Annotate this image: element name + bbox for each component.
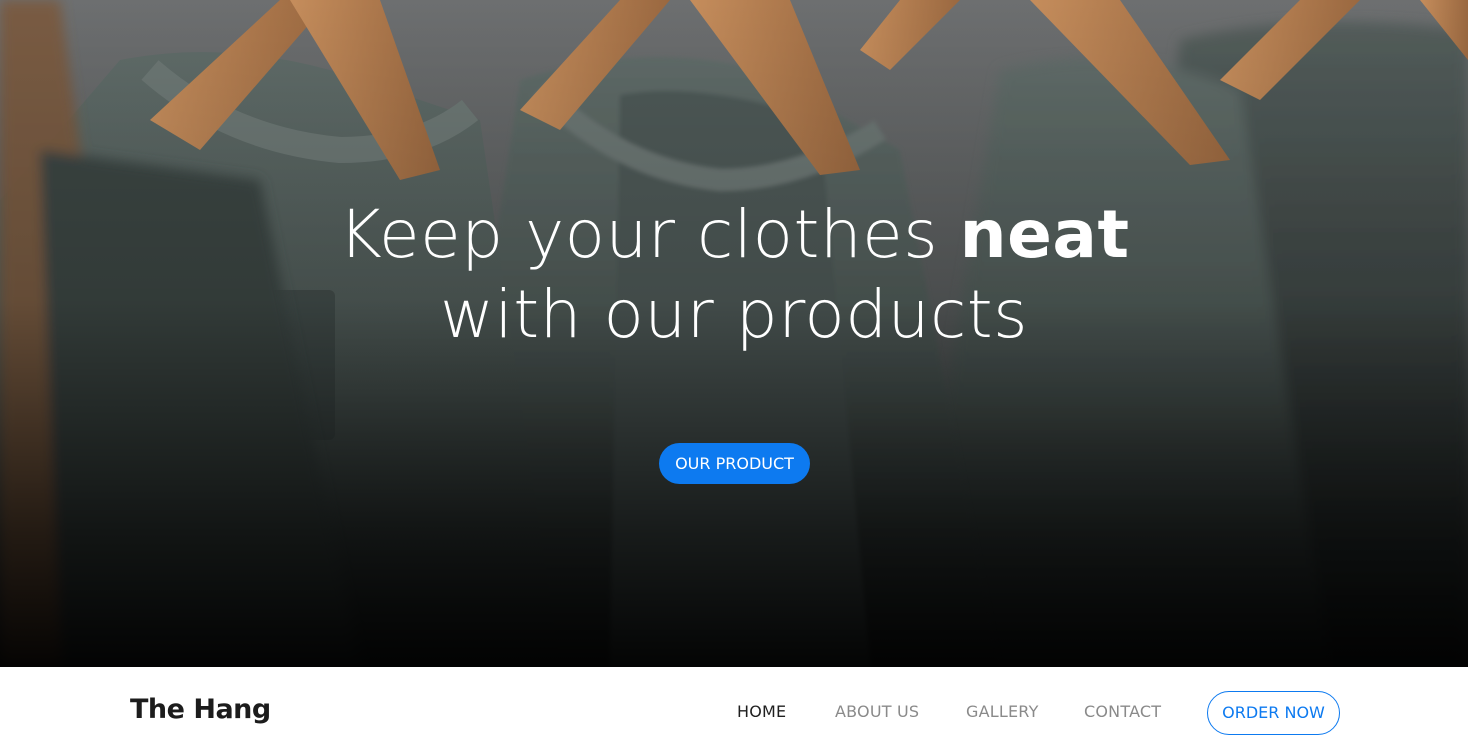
- nav-link-home[interactable]: HOME: [737, 702, 786, 721]
- hero-headline-part1: Keep your clothes: [338, 196, 960, 273]
- hero-headline-bold-word: neat: [959, 196, 1130, 273]
- nav-link-contact[interactable]: CONTACT: [1084, 702, 1161, 721]
- hero-headline-line2: with our products: [439, 276, 1029, 353]
- nav-link-gallery[interactable]: GALLERY: [966, 702, 1039, 721]
- hero-headline: Keep your clothes neat with our products: [0, 195, 1468, 355]
- order-now-button[interactable]: ORDER NOW: [1207, 691, 1340, 735]
- hero-section: Keep your clothes neat with our products…: [0, 0, 1468, 667]
- main-navbar: The Hang HOME ABOUT US GALLERY CONTACT O…: [0, 667, 1468, 756]
- our-product-button[interactable]: OUR PRODUCT: [659, 443, 810, 484]
- nav-link-about-us[interactable]: ABOUT US: [835, 702, 919, 721]
- hero-headline-line1: Keep your clothes neat: [0, 195, 1468, 275]
- brand-logo[interactable]: The Hang: [130, 694, 271, 725]
